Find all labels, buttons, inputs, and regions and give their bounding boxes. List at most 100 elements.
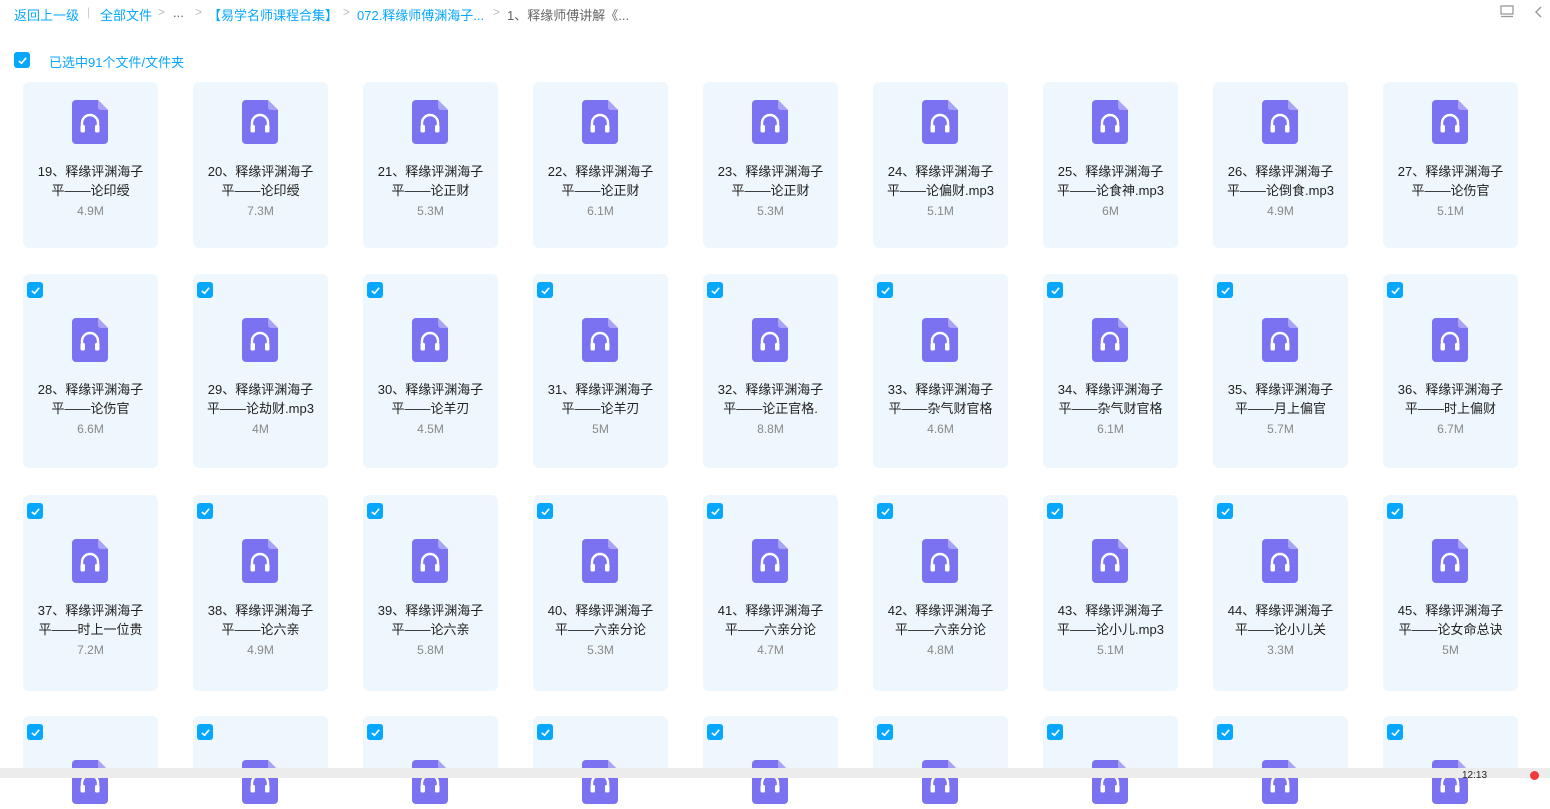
file-size: 3.3M — [1267, 643, 1294, 657]
file-card[interactable]: 23、释缘评渊海子 平——论正财 5.3M — [703, 82, 838, 248]
audio-file-icon — [242, 539, 278, 583]
file-name-line2: 平——论伤官 — [1411, 183, 1490, 198]
audio-file-icon — [1262, 539, 1298, 583]
file-name: 24、释缘评渊海子 平——论偏财.mp3 — [873, 162, 1008, 200]
file-name-line2: 平——论正官格. — [723, 401, 818, 416]
file-name: 20、释缘评渊海子 平——论印绶 — [193, 162, 328, 200]
file-name: 23、释缘评渊海子 平——论正财 — [703, 162, 838, 200]
file-card[interactable]: 35、释缘评渊海子 平——月上偏官 5.7M — [1213, 274, 1348, 468]
file-size: 5M — [1442, 643, 1459, 657]
file-checkbox[interactable] — [1387, 724, 1403, 740]
file-checkbox[interactable] — [1387, 282, 1403, 298]
file-name-line1: 37、释缘评渊海子 — [37, 603, 144, 618]
file-name: 21、释缘评渊海子 平——论正财 — [363, 162, 498, 200]
file-card[interactable]: 39、释缘评渊海子 平——论六亲 5.8M — [363, 495, 498, 691]
file-card[interactable] — [363, 716, 498, 804]
file-checkbox[interactable] — [1217, 503, 1233, 519]
file-size: 8.8M — [757, 422, 784, 436]
file-card[interactable]: 38、释缘评渊海子 平——论六亲 4.9M — [193, 495, 328, 691]
file-checkbox[interactable] — [1047, 503, 1063, 519]
file-name: 31、释缘评渊海子 平——论羊刃 — [533, 380, 668, 418]
file-card[interactable]: 37、释缘评渊海子 平——时上一位贵 7.2M — [23, 495, 158, 691]
file-size: 5.8M — [417, 643, 444, 657]
file-checkbox[interactable] — [707, 503, 723, 519]
file-card[interactable]: 45、释缘评渊海子 平——论女命总诀 5M — [1383, 495, 1518, 691]
file-card[interactable]: 36、释缘评渊海子 平——时上偏财 6.7M — [1383, 274, 1518, 468]
file-card[interactable]: 21、释缘评渊海子 平——论正财 5.3M — [363, 82, 498, 248]
file-name: 39、释缘评渊海子 平——论六亲 — [363, 601, 498, 639]
file-checkbox[interactable] — [1047, 282, 1063, 298]
file-checkbox[interactable] — [367, 282, 383, 298]
file-checkbox[interactable] — [1217, 282, 1233, 298]
file-size: 6.7M — [1437, 422, 1464, 436]
file-card[interactable] — [873, 716, 1008, 804]
file-name-line1: 35、释缘评渊海子 — [1227, 382, 1334, 397]
file-card[interactable]: 40、释缘评渊海子 平——六亲分论 5.3M — [533, 495, 668, 691]
file-checkbox[interactable] — [1047, 724, 1063, 740]
file-card[interactable] — [1383, 716, 1518, 804]
file-card[interactable]: 20、释缘评渊海子 平——论印绶 7.3M — [193, 82, 328, 248]
file-checkbox[interactable] — [197, 282, 213, 298]
file-card[interactable] — [1043, 716, 1178, 804]
file-card[interactable]: 42、释缘评渊海子 平——六亲分论 4.8M — [873, 495, 1008, 691]
file-checkbox[interactable] — [707, 724, 723, 740]
file-name: 28、释缘评渊海子 平——论伤官 — [23, 380, 158, 418]
file-card[interactable] — [703, 716, 838, 804]
file-name-line1: 40、释缘评渊海子 — [547, 603, 654, 618]
file-card[interactable]: 27、释缘评渊海子 平——论伤官 5.1M — [1383, 82, 1518, 248]
file-card[interactable]: 19、释缘评渊海子 平——论印绶 4.9M — [23, 82, 158, 248]
file-checkbox[interactable] — [367, 503, 383, 519]
file-checkbox[interactable] — [877, 503, 893, 519]
file-card[interactable]: 34、释缘评渊海子 平——杂气财官格 6.1M — [1043, 274, 1178, 468]
file-name: 33、释缘评渊海子 平——杂气财官格 — [873, 380, 1008, 418]
audio-file-icon — [582, 760, 618, 804]
file-card[interactable]: 29、释缘评渊海子 平——论劫财.mp3 4M — [193, 274, 328, 468]
file-name-line2: 平——论正财 — [391, 183, 470, 198]
file-card[interactable] — [193, 716, 328, 804]
file-card[interactable]: 44、释缘评渊海子 平——论小儿关 3.3M — [1213, 495, 1348, 691]
file-name: 22、释缘评渊海子 平——论正财 — [533, 162, 668, 200]
notification-badge[interactable] — [1530, 771, 1539, 780]
file-checkbox[interactable] — [877, 282, 893, 298]
file-checkbox[interactable] — [27, 503, 43, 519]
file-name-line2: 平——论正财 — [561, 183, 640, 198]
file-card[interactable]: 22、释缘评渊海子 平——论正财 6.1M — [533, 82, 668, 248]
file-checkbox[interactable] — [1217, 724, 1233, 740]
file-card[interactable]: 32、释缘评渊海子 平——论正官格. 8.8M — [703, 274, 838, 468]
file-card[interactable]: 25、释缘评渊海子 平——论食神.mp3 6M — [1043, 82, 1178, 248]
file-name-line2: 平——六亲分论 — [894, 622, 986, 637]
file-size: 5M — [592, 422, 609, 436]
file-name: 29、释缘评渊海子 平——论劫财.mp3 — [193, 380, 328, 418]
file-checkbox[interactable] — [367, 724, 383, 740]
file-checkbox[interactable] — [27, 724, 43, 740]
file-checkbox[interactable] — [537, 282, 553, 298]
file-card[interactable]: 30、释缘评渊海子 平——论羊刃 4.5M — [363, 274, 498, 468]
file-checkbox[interactable] — [537, 503, 553, 519]
file-checkbox[interactable] — [197, 724, 213, 740]
taskbar-clock: 12:13 — [1462, 770, 1488, 781]
audio-file-icon — [1092, 539, 1128, 583]
file-name: 41、释缘评渊海子 平——六亲分论 — [703, 601, 838, 639]
file-card[interactable]: 33、释缘评渊海子 平——杂气财官格 4.6M — [873, 274, 1008, 468]
file-card[interactable]: 43、释缘评渊海子 平——论小儿.mp3 5.1M — [1043, 495, 1178, 691]
file-card[interactable]: 41、释缘评渊海子 平——六亲分论 4.7M — [703, 495, 838, 691]
file-checkbox[interactable] — [877, 724, 893, 740]
file-name-line1: 31、释缘评渊海子 — [547, 382, 654, 397]
file-checkbox[interactable] — [1387, 503, 1403, 519]
file-card[interactable] — [1213, 716, 1348, 804]
file-card[interactable] — [23, 716, 158, 804]
file-card[interactable]: 28、释缘评渊海子 平——论伤官 6.6M — [23, 274, 158, 468]
file-name-line2: 平——论六亲 — [391, 622, 470, 637]
file-card[interactable]: 24、释缘评渊海子 平——论偏财.mp3 5.1M — [873, 82, 1008, 248]
file-name-line2: 平——六亲分论 — [724, 622, 816, 637]
file-checkbox[interactable] — [197, 503, 213, 519]
file-checkbox[interactable] — [27, 282, 43, 298]
file-name-line2: 平——杂气财官格 — [1058, 401, 1163, 416]
file-card[interactable] — [533, 716, 668, 804]
file-name: 35、释缘评渊海子 平——月上偏官 — [1213, 380, 1348, 418]
file-card[interactable]: 26、释缘评渊海子 平——论倒食.mp3 4.9M — [1213, 82, 1348, 248]
file-checkbox[interactable] — [707, 282, 723, 298]
file-card[interactable]: 31、释缘评渊海子 平——论羊刃 5M — [533, 274, 668, 468]
file-name-line1: 20、释缘评渊海子 — [207, 164, 314, 179]
file-checkbox[interactable] — [537, 724, 553, 740]
